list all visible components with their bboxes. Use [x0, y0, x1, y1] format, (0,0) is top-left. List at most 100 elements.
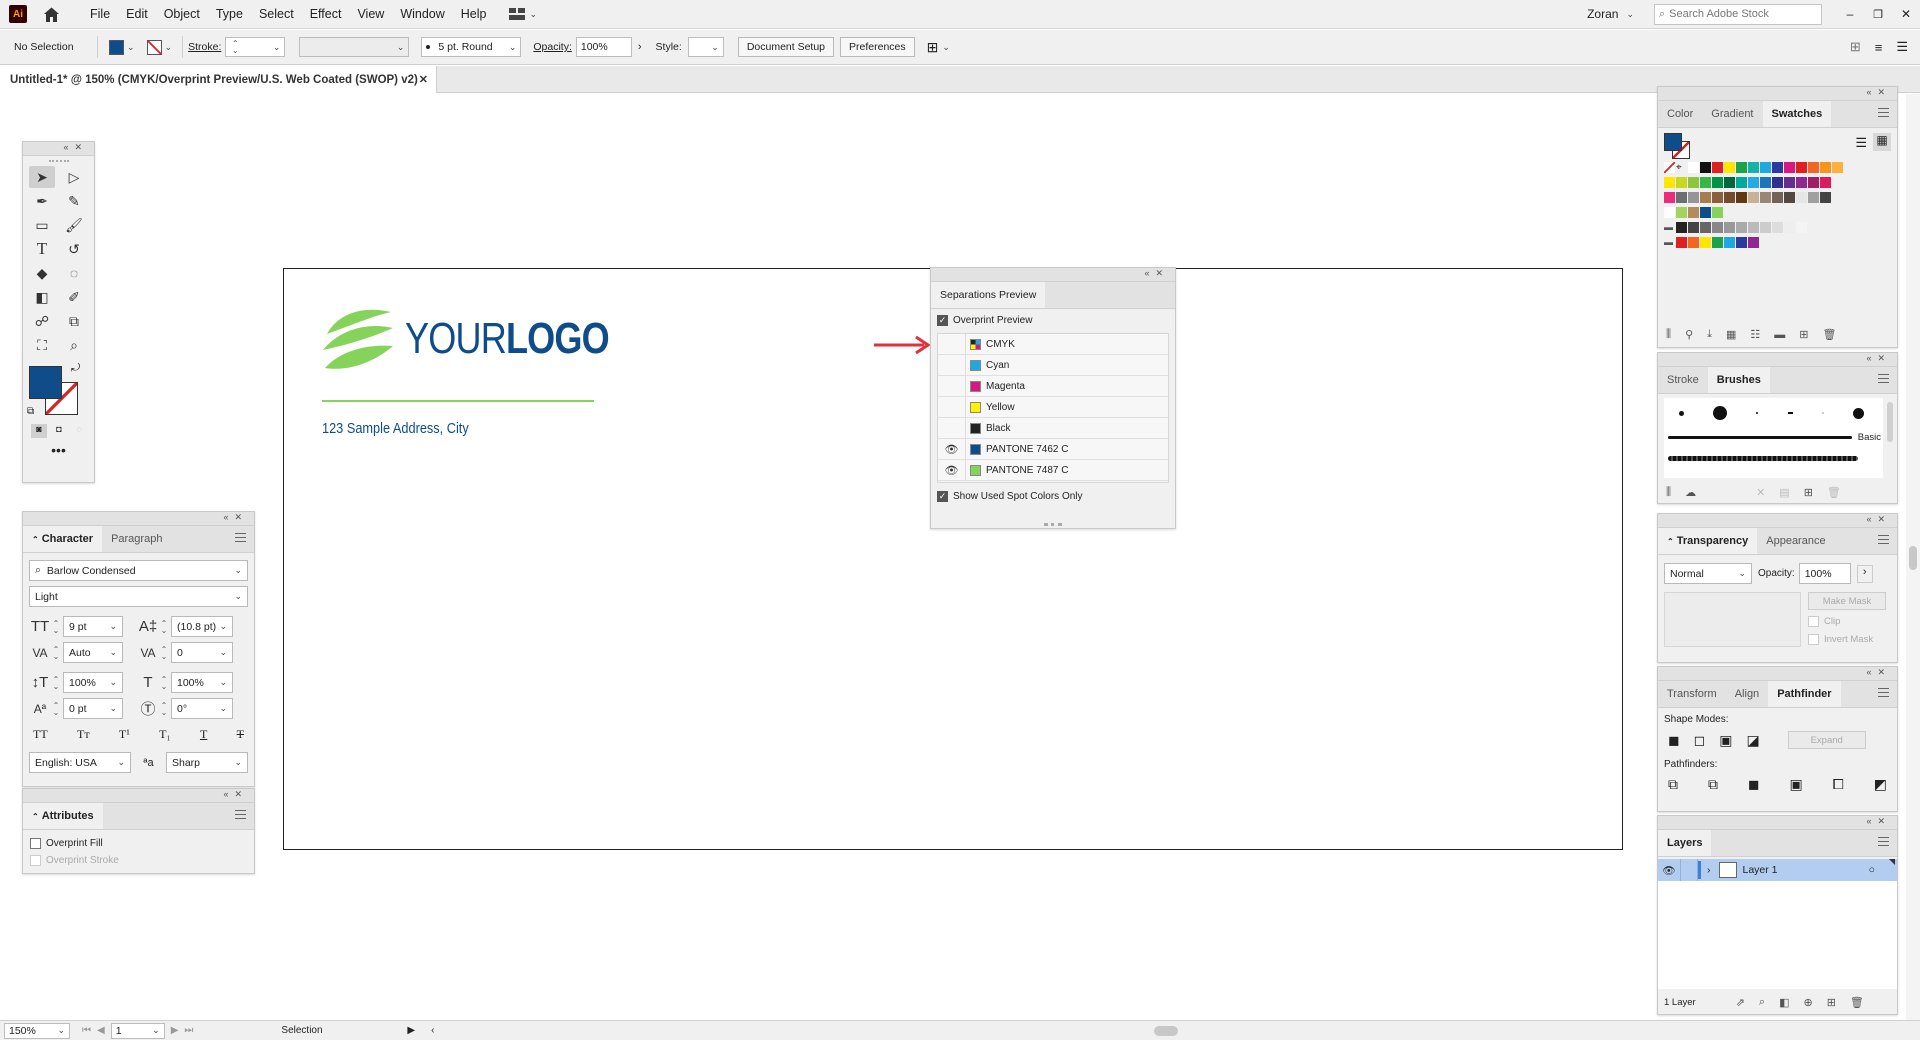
next-artboard-icon[interactable]: ▶	[171, 1025, 179, 1036]
transparency-panel-controls[interactable]: «✕	[1866, 514, 1891, 525]
kerning-stepper[interactable]: ⌃ ⌄	[51, 645, 61, 660]
anti-aliasing-field[interactable]: Sharp ⌄	[165, 752, 248, 773]
horizontal-scale-stepper[interactable]: ⌃ ⌄	[159, 675, 169, 690]
visibility-toggle[interactable]	[938, 417, 966, 439]
color-swatch[interactable]	[1712, 237, 1723, 248]
pathfinder-panel-menu-icon[interactable]	[1878, 688, 1889, 697]
close-window-icon[interactable]: ✕	[1892, 7, 1920, 21]
color-swatch[interactable]	[1760, 222, 1771, 233]
gradient-tool-icon[interactable]: ◧	[29, 286, 55, 308]
color-swatch[interactable]	[1784, 192, 1795, 203]
layer-row[interactable]: 👁 › Layer 1 ○	[1658, 859, 1897, 881]
resize-grip-icon[interactable]	[1044, 523, 1062, 526]
delete-swatch-icon[interactable]: 🗑	[1823, 328, 1837, 341]
lasso-tool-icon[interactable]: ◌	[61, 262, 87, 284]
tab-swatches[interactable]: Swatches	[1762, 101, 1832, 127]
visibility-toggle[interactable]	[938, 396, 966, 418]
font-family-field[interactable]: ⌕ Barlow Condensed ⌄	[29, 560, 248, 581]
color-swatch[interactable]	[1808, 177, 1819, 188]
color-group-folder-icon[interactable]: ▬	[1664, 237, 1675, 248]
visibility-eye-icon[interactable]: 👁	[938, 438, 966, 460]
color-group-folder-icon[interactable]: ▬	[1664, 222, 1675, 233]
align-menu-icon[interactable]: ≡	[1875, 40, 1883, 55]
separation-row[interactable]: Magenta	[938, 375, 1168, 397]
close-tab-icon[interactable]: ✕	[419, 73, 428, 86]
baseline-shift-stepper[interactable]: ⌃ ⌄	[51, 701, 61, 716]
separation-row[interactable]: Yellow	[938, 396, 1168, 418]
swap-fill-stroke-icon[interactable]: ⤾	[71, 362, 80, 375]
invert-mask-checkbox[interactable]	[1808, 634, 1819, 645]
menu-help[interactable]: Help	[453, 7, 495, 21]
layer-lock-toggle[interactable]	[1680, 859, 1698, 881]
leading-stepper[interactable]: ⌃ ⌄	[159, 619, 169, 634]
color-swatch[interactable]	[1772, 222, 1783, 233]
brush-options-icon[interactable]: ▤	[1779, 486, 1789, 499]
registration-swatch[interactable]: ⌖	[1676, 162, 1687, 173]
brush-dot-medium[interactable]	[1853, 407, 1865, 419]
color-swatch[interactable]	[1700, 222, 1711, 233]
tab-stroke[interactable]: Stroke	[1658, 367, 1708, 393]
draw-inside-icon[interactable]: ◌	[71, 424, 87, 438]
opacity-field[interactable]: 100%	[575, 37, 632, 57]
menu-window[interactable]: Window	[392, 7, 452, 21]
overprint-preview-checkbox[interactable]: ✓	[937, 314, 948, 326]
clipping-mask-icon[interactable]: ◧	[1779, 996, 1789, 1009]
tab-transparency[interactable]: ⌃ Transparency	[1658, 528, 1758, 554]
overprint-fill-checkbox[interactable]	[30, 838, 41, 849]
color-swatch[interactable]	[1784, 222, 1795, 233]
stroke-swatch[interactable]: ⌄	[146, 39, 172, 55]
clip-checkbox[interactable]	[1808, 616, 1819, 627]
color-swatch[interactable]	[1760, 192, 1771, 203]
color-swatch[interactable]	[1772, 192, 1783, 203]
brush-dot-small[interactable]	[1678, 410, 1684, 416]
user-menu[interactable]: Zoran ⌄	[1587, 7, 1634, 21]
fill-color-swatch[interactable]	[29, 366, 62, 399]
menu-select[interactable]: Select	[251, 7, 302, 21]
outline-icon[interactable]: ⧠	[1833, 776, 1844, 793]
color-swatch[interactable]	[1796, 222, 1807, 233]
leading-field[interactable]: (10.8 pt) ⌄	[171, 616, 233, 637]
tracking-stepper[interactable]: ⌃ ⌄	[159, 645, 169, 660]
tracking-field[interactable]: 0 ⌄	[171, 642, 233, 663]
minimize-icon[interactable]: –	[1836, 7, 1864, 21]
selection-tool-icon[interactable]: ➤	[29, 166, 55, 188]
color-swatch[interactable]	[1688, 177, 1699, 188]
character-rotation-stepper[interactable]: ⌃ ⌄	[159, 701, 169, 716]
swatch-options-icon[interactable]: ⚲	[1685, 328, 1693, 341]
expand-button[interactable]: Expand	[1787, 731, 1866, 749]
draw-normal-icon[interactable]: ◙	[31, 424, 47, 438]
character-panel-controls[interactable]: «✕	[223, 512, 248, 523]
layers-panel-menu-icon[interactable]	[1878, 837, 1889, 846]
unite-icon[interactable]: ◼	[1668, 732, 1680, 749]
swatch-kinds-icon[interactable]: ▦	[1726, 328, 1736, 341]
minus-back-icon[interactable]: ◩	[1874, 776, 1887, 793]
tab-paragraph[interactable]: Paragraph	[102, 526, 171, 552]
eraser-tool-icon[interactable]: ◆	[29, 262, 55, 284]
color-swatch[interactable]	[1832, 162, 1843, 173]
color-swatch[interactable]	[1688, 237, 1699, 248]
rotate-tool-icon[interactable]: ↺	[61, 238, 87, 260]
default-fill-stroke-icon[interactable]: ⧉	[27, 406, 34, 417]
color-swatch[interactable]	[1712, 207, 1723, 218]
attributes-panel-menu-icon[interactable]	[235, 810, 246, 819]
menu-edit[interactable]: Edit	[118, 7, 156, 21]
color-swatch[interactable]	[1772, 162, 1783, 173]
divide-icon[interactable]: ⧉	[1668, 776, 1678, 793]
baseline-shift-field[interactable]: 0 pt ⌄	[63, 698, 123, 719]
new-sublayer-icon[interactable]: ⊕	[1803, 996, 1812, 1009]
control-bar-menu-icon[interactable]: ☰	[1896, 39, 1908, 55]
color-swatch[interactable]	[1700, 177, 1711, 188]
color-swatch[interactable]	[1688, 162, 1699, 173]
export-layers-icon[interactable]: ⇗	[1736, 996, 1745, 1009]
shape-builder-tool-icon[interactable]: ⧉	[61, 310, 87, 332]
menu-view[interactable]: View	[349, 7, 392, 21]
color-swatch[interactable]	[1676, 207, 1687, 218]
color-swatch[interactable]	[1736, 222, 1747, 233]
separation-row[interactable]: 👁 PANTONE 7462 C	[938, 438, 1168, 460]
color-swatch[interactable]	[1712, 177, 1723, 188]
arrange-icon[interactable]: ⊞	[927, 39, 939, 56]
artboard-tool-icon[interactable]: ⛶	[29, 334, 55, 356]
new-swatch-icon[interactable]: ⊞	[1799, 328, 1808, 341]
visibility-toggle[interactable]	[938, 333, 966, 355]
separations-panel-controls[interactable]: «✕	[1144, 268, 1169, 279]
